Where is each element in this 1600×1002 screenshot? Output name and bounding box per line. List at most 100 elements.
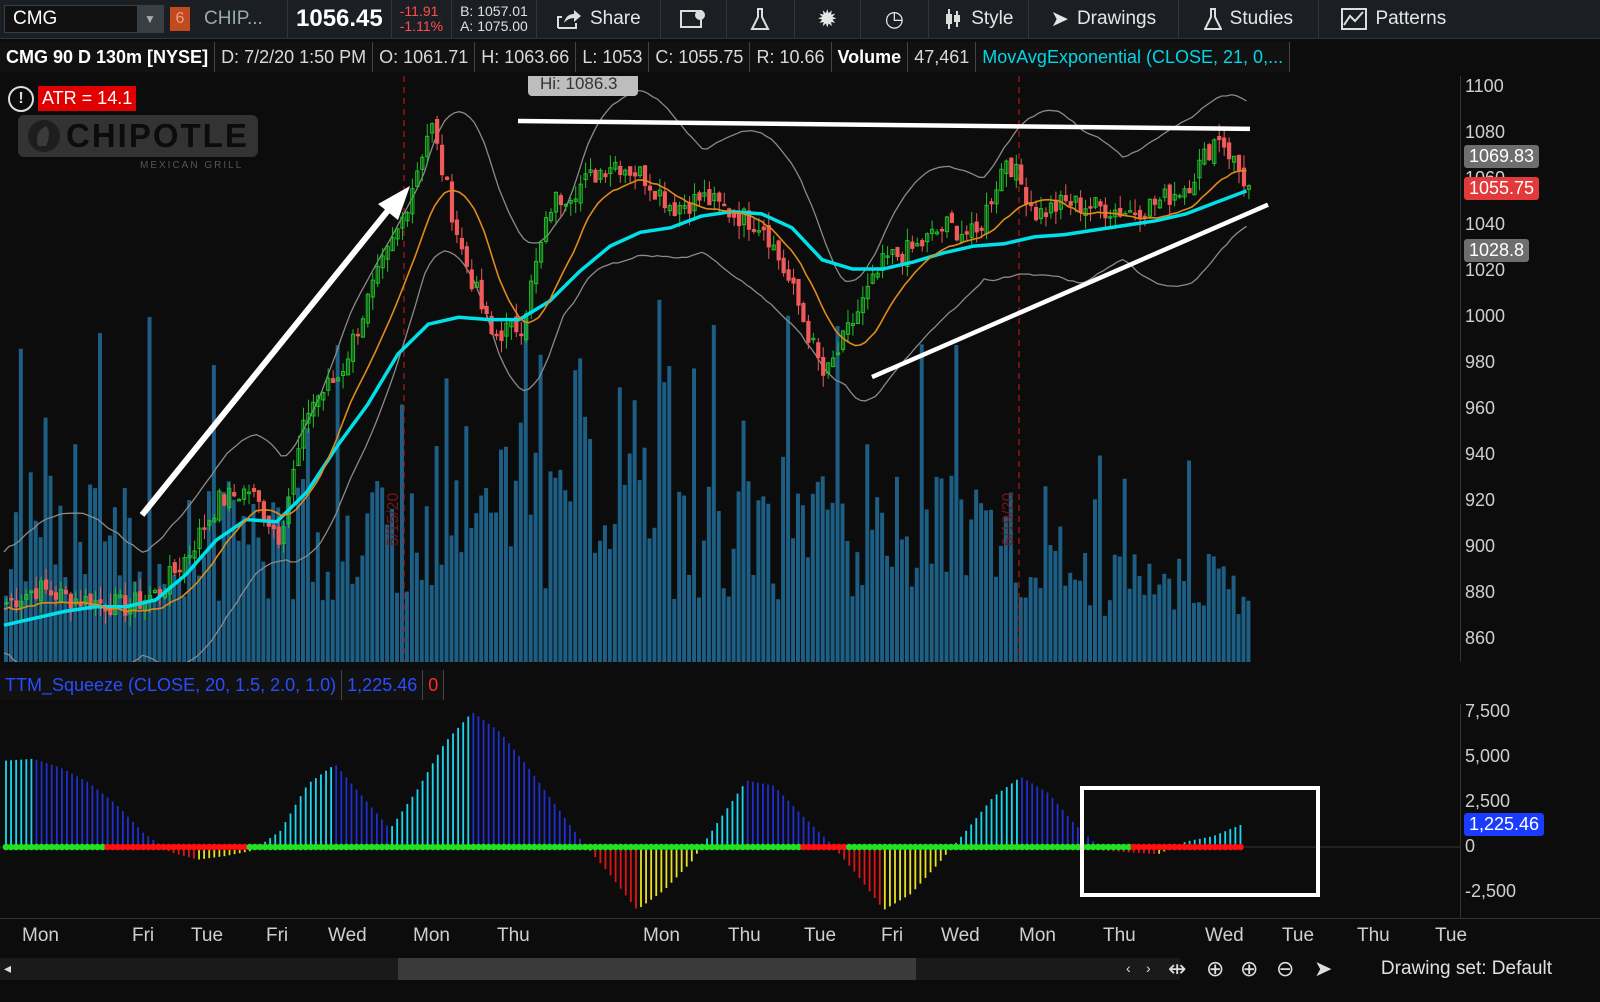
volume-bar [781,456,786,662]
crosshair-icon[interactable]: ⊕ [1206,956,1224,982]
patterns-button[interactable]: Patterns [1319,0,1469,38]
volume-bar [904,536,909,662]
volume-bar [1112,554,1117,662]
candle-body [736,212,742,227]
study-label[interactable]: MovAvgExponential (CLOSE, 21, 0,... [976,42,1291,72]
link-group-badge[interactable]: 6 [170,7,190,31]
indicator-axis[interactable]: 7,500 5,000 2,500 0 -2,500 1,225.46 [1460,701,1600,918]
price-axis[interactable]: 1100108010601040102010009809609409209008… [1460,76,1600,662]
volume-bar [13,512,18,662]
volume-bar [28,472,33,662]
volume-bar [1157,584,1162,662]
candle-body [484,305,489,315]
drawings-button[interactable]: ➤ Drawings [1029,0,1179,38]
volume-bar [1147,563,1152,662]
volume-bar [1236,614,1241,662]
candle-body [791,277,796,284]
volume-bar [489,512,494,662]
volume-bar [1221,566,1226,662]
candle-body [48,590,54,596]
candle-body [717,192,722,202]
settings-button[interactable]: ✹ [795,0,861,38]
volume-bar [1122,478,1127,662]
zoom-out-icon[interactable]: ⊖ [1276,956,1294,982]
style-button[interactable]: Style [929,0,1029,38]
symbol-input[interactable]: CMG ▼ [4,5,164,33]
price-axis-tick: 980 [1465,352,1496,373]
squeeze-chart[interactable] [0,704,1460,918]
price-axis-tick: 900 [1465,536,1496,557]
last-price: 1056.45 [288,0,392,38]
scroll-forward-icon[interactable]: › [1146,960,1151,976]
candle-body [177,569,182,573]
volume-bar [701,540,706,662]
candle-body [34,588,39,599]
style-label: Style [971,8,1014,29]
time-axis[interactable]: Mon Fri Tue Fri Wed Mon Thu Mon Thu Tue Fri Wed Mon T… [0,918,1600,955]
time-frame-button[interactable]: ◷ [861,0,929,38]
candle-body [821,357,826,376]
volume-bar [1182,581,1187,662]
drawing-set-selector[interactable]: Drawing set: Default [1381,958,1552,980]
volume-bar [370,492,375,662]
cursor-icon[interactable]: ➤ [1314,956,1332,982]
volume-bar [83,574,88,662]
volume-bar [1231,575,1236,662]
candle-body [53,592,59,600]
price-axis-tick: 920 [1465,490,1496,511]
volume-bar [959,499,964,662]
thinkscript-lab-button[interactable] [727,0,795,38]
volume-bar [508,546,513,662]
volume-bar [192,564,197,662]
volume-bar [998,545,1003,662]
volume-bar [315,532,320,662]
candle-body [979,227,984,231]
patterns-icon [1341,8,1368,30]
volume-bar [682,495,687,662]
candle-body [172,562,177,574]
volume-bar [301,479,305,662]
candle-body [449,181,455,223]
volume-bar [117,575,122,662]
price-chart[interactable]: 5/15/20 6/19/20 Hi: 1086.3 [0,76,1460,662]
indicator-title[interactable]: TTM_Squeeze (CLOSE, 20, 1.5, 2.0, 1.0) [0,670,343,700]
time-axis-label: Thu [1103,925,1136,946]
candle-body [1222,137,1227,148]
expand-axis-icon[interactable]: ⇹ [1168,956,1186,982]
scroll-back-icon[interactable]: ‹ [1126,960,1131,976]
volume-bar [157,563,162,662]
price-axis-tick: 1000 [1465,306,1506,327]
studies-button[interactable]: Studies [1179,0,1319,38]
volume-bar [419,579,424,662]
candle-body [776,240,781,261]
volume-bar [103,541,107,662]
price-axis-tick: 1020 [1465,260,1506,281]
volume-bar [909,586,914,662]
volume-bar [994,576,998,662]
chevron-down-icon[interactable]: ▼ [137,6,163,32]
volume-bar [197,575,201,662]
time-axis-label: Mon [413,925,450,946]
volume-bar [231,499,236,662]
volume-bar [73,444,78,662]
flexible-grid-button[interactable] [661,0,727,38]
candle-body [63,589,68,595]
scroll-left-icon[interactable]: ◂ [4,960,11,977]
volume-bar [350,583,355,662]
time-axis-label: Tue [804,925,837,946]
candle-body [1088,206,1093,209]
volume-bar [434,446,439,662]
volume-bar [885,555,890,662]
flask-icon [1203,8,1222,30]
candle-body [1029,203,1034,207]
indicator-axis-tick: -2,500 [1465,881,1517,901]
candle-body [202,527,207,530]
candle-body [98,599,103,604]
volume-bar [1241,596,1246,662]
time-axis-label: Wed [941,925,980,946]
volume-bar [1172,609,1177,662]
volume-bar [404,591,409,662]
scrollbar-thumb[interactable] [398,958,916,980]
zoom-in-icon[interactable]: ⊕ [1240,956,1258,982]
share-button[interactable]: Share [537,0,661,38]
